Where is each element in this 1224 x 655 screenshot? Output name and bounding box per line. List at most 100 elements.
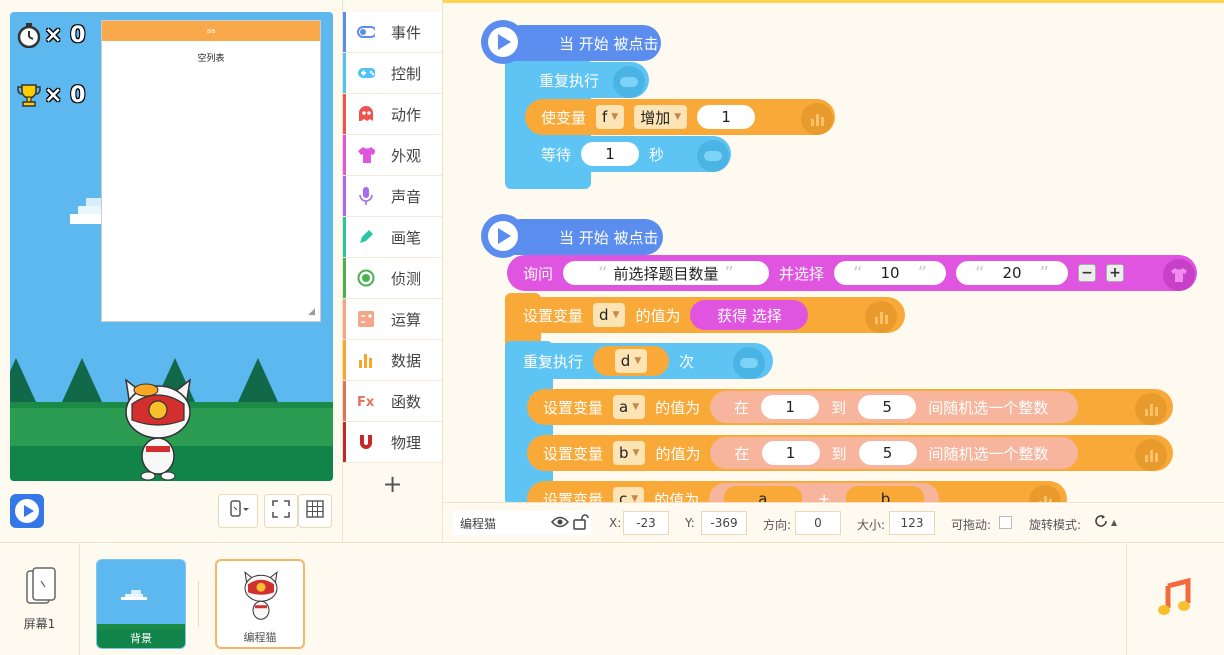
change-value-input[interactable]: 1: [697, 105, 756, 129]
category-operators[interactable]: 运算: [343, 299, 442, 340]
calculator-icon: [357, 310, 375, 328]
phone-screen-icon: [23, 567, 57, 609]
grid-icon: [306, 500, 324, 522]
dropdown-arrow-icon: ▼: [612, 310, 620, 320]
bar-chart-icon: [801, 103, 833, 135]
random-from-input[interactable]: 1: [761, 395, 820, 419]
list-title: aa: [102, 21, 320, 41]
trophy-counter: × 0: [16, 82, 85, 108]
add-option-button[interactable]: +: [1106, 264, 1125, 282]
category-looks[interactable]: 外观: [343, 135, 442, 176]
variable-b-reporter[interactable]: b: [846, 486, 925, 502]
cloud-icon: [70, 198, 104, 224]
repeat-count-reporter[interactable]: d ▼: [593, 346, 670, 376]
category-sound[interactable]: 声音: [343, 176, 442, 217]
variable-dropdown[interactable]: c ▼: [613, 487, 645, 502]
operation-dropdown[interactable]: 增加 ▼: [634, 105, 688, 129]
change-variable-block[interactable]: 使变量 f ▼ 增加 ▼ 1: [525, 99, 835, 135]
dropdown-arrow-icon: ▼: [674, 112, 682, 122]
run-button[interactable]: [10, 494, 44, 528]
bar-chart-icon: [357, 351, 375, 369]
choice-option-2-input[interactable]: “20”: [956, 261, 1069, 285]
variable-a-reporter[interactable]: a: [723, 486, 802, 502]
stage-panel: aa 空列表 ◢ × 0 × 0: [0, 0, 343, 542]
set-variable-c-block[interactable]: 设置变量 c ▼ 的值为 a + b: [527, 481, 1067, 502]
x-position-input[interactable]: -23: [623, 511, 669, 535]
rotation-mode-dropdown[interactable]: ▲: [1093, 513, 1117, 532]
addition-reporter[interactable]: a + b: [709, 483, 940, 502]
lock-icon[interactable]: [573, 514, 591, 533]
wait-seconds-input[interactable]: 1: [581, 142, 640, 166]
remove-option-button[interactable]: −: [1078, 264, 1097, 282]
random-to-input[interactable]: 5: [858, 395, 917, 419]
set-variable-d-block[interactable]: 设置变量 d ▼ 的值为 获得 选择: [507, 297, 905, 333]
phone-icon: [227, 500, 249, 522]
category-events[interactable]: 事件: [343, 12, 442, 53]
sprite-name-input[interactable]: 编程猫: [453, 511, 591, 535]
ask-and-choose-block[interactable]: 询问 “前选择题目数量” 并选择 “10” “20” − +: [507, 255, 1197, 291]
resize-handle-icon[interactable]: ◢: [308, 307, 315, 317]
random-integer-reporter[interactable]: 在 1 到 5 间随机选一个整数: [710, 391, 1079, 423]
variable-dropdown[interactable]: f ▼: [596, 105, 625, 129]
category-sensing[interactable]: 侦测: [343, 258, 442, 299]
gamepad-icon: [733, 347, 765, 379]
divider: [198, 581, 199, 627]
bar-chart-icon: [1135, 439, 1167, 471]
when-start-clicked-block[interactable]: 当 开始 被点击: [503, 25, 661, 61]
category-functions[interactable]: Fx 函数: [343, 381, 442, 422]
dropdown-arrow-icon: ▼: [634, 356, 642, 366]
category-control[interactable]: 控制: [343, 53, 442, 94]
sprite-properties-bar: 编程猫 X: -23 Y: -369 方向: 0 大小: 123 可拖动: 旋转…: [443, 502, 1224, 542]
category-motion[interactable]: 动作: [343, 94, 442, 135]
sound-library-button[interactable]: [1126, 543, 1224, 655]
get-choice-reporter[interactable]: 获得 选择: [690, 300, 809, 330]
grid-toggle-button[interactable]: [298, 494, 332, 528]
variable-dropdown[interactable]: d ▼: [614, 349, 648, 373]
category-data[interactable]: 数据: [343, 340, 442, 381]
choice-option-1-input[interactable]: “10”: [834, 261, 947, 285]
rotate-icon: [1093, 513, 1109, 532]
variable-dropdown[interactable]: a ▼: [613, 395, 646, 419]
dropdown-arrow-icon: ▲: [1111, 518, 1118, 527]
stage-canvas[interactable]: aa 空列表 ◢ × 0 × 0: [10, 12, 333, 481]
timer-counter: × 0: [16, 22, 85, 48]
screen-tab[interactable]: 屏幕1: [0, 543, 80, 655]
background-thumbnail[interactable]: 背景: [96, 559, 186, 649]
variable-dropdown[interactable]: b ▼: [613, 441, 646, 465]
random-to-input[interactable]: 5: [858, 441, 917, 465]
list-empty-text: 空列表: [197, 54, 225, 64]
shirt-icon: [357, 146, 375, 164]
target-icon: [357, 269, 375, 287]
random-integer-reporter[interactable]: 在 1 到 5 间随机选一个整数: [710, 437, 1079, 469]
sprite-thumbnail-coding-cat[interactable]: 编程猫: [215, 559, 305, 649]
microphone-icon: [357, 187, 375, 205]
y-position-input[interactable]: -369: [701, 511, 747, 535]
device-select-button[interactable]: [218, 494, 258, 528]
draggable-checkbox[interactable]: [999, 516, 1012, 529]
tree: [10, 358, 36, 402]
set-variable-b-block[interactable]: 设置变量 b ▼ 的值为 在 1 到 5 间随机选一个整数: [527, 435, 1173, 471]
ask-question-input[interactable]: “前选择题目数量”: [563, 261, 770, 285]
coding-cat-sprite[interactable]: [118, 374, 198, 481]
when-start-clicked-block[interactable]: 当 开始 被点击: [503, 219, 663, 255]
code-workspace[interactable]: 当 开始 被点击 重复执行 使变量 f ▼ 增加 ▼ 1 等待 1 秒 当 开始 被…: [443, 0, 1224, 502]
toggle-icon: [357, 23, 375, 41]
variable-dropdown[interactable]: d ▼: [593, 303, 626, 327]
timer-value: × 0: [44, 22, 86, 48]
list-monitor[interactable]: aa 空列表 ◢: [101, 20, 321, 322]
dropdown-arrow-icon: ▼: [632, 402, 640, 412]
category-physics[interactable]: 物理: [343, 422, 442, 463]
shirt-icon: [1163, 259, 1195, 291]
visibility-eye-icon[interactable]: [550, 515, 570, 532]
fullscreen-button[interactable]: [264, 494, 298, 528]
trophy-icon: [16, 82, 42, 108]
random-from-input[interactable]: 1: [761, 441, 820, 465]
asset-bar: 屏幕1 背景 编程猫: [0, 542, 1224, 655]
gamepad-icon: [613, 66, 645, 98]
category-pen[interactable]: 画笔: [343, 217, 442, 258]
direction-input[interactable]: 0: [795, 511, 841, 535]
add-extension-button[interactable]: +: [343, 466, 442, 502]
set-variable-a-block[interactable]: 设置变量 a ▼ 的值为 在 1 到 5 间随机选一个整数: [527, 389, 1173, 425]
size-input[interactable]: 123: [889, 511, 935, 535]
gamepad-icon: [697, 140, 729, 172]
